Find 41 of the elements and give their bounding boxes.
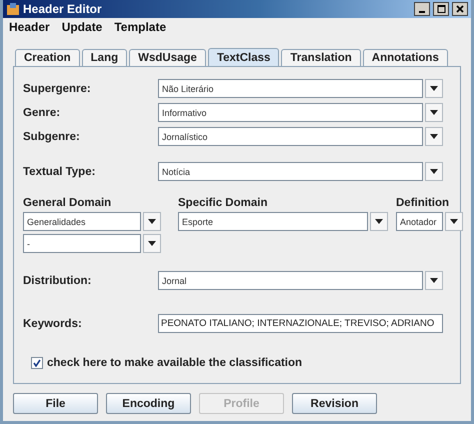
field-label: Distribution: <box>23 274 92 286</box>
caret-icon <box>430 86 438 91</box>
caret-icon <box>430 110 438 115</box>
field-label: General Domain <box>23 197 112 209</box>
close-button[interactable] <box>452 2 468 16</box>
tab[interactable]: Lang <box>82 49 128 66</box>
tab[interactable]: Translation <box>281 49 361 66</box>
caret-icon <box>430 169 438 174</box>
action-button[interactable]: Encoding <box>106 393 191 414</box>
caret-icon <box>375 219 383 224</box>
action-button[interactable]: Revision <box>292 393 377 414</box>
menu-item[interactable]: Header <box>9 20 50 34</box>
caret-icon <box>148 219 156 224</box>
field-label: Textual Type: <box>23 166 96 178</box>
checkbox-label: check here to make available the classification <box>47 357 302 369</box>
action-button[interactable]: File <box>13 393 98 414</box>
field-label: Keywords: <box>23 318 83 330</box>
keywords-field[interactable]: PEONATO ITALIANO; INTERNAZIONALE; TREVISO; ADRIANO <box>158 314 443 333</box>
field-label: Definition <box>396 197 450 209</box>
check-icon <box>33 359 41 367</box>
checkbox[interactable] <box>31 357 43 369</box>
tab[interactable]: Creation <box>15 49 80 66</box>
tab[interactable]: WsdUsage <box>129 49 206 66</box>
field-label: Genre: <box>23 106 62 118</box>
tab[interactable]: Annotations <box>362 49 448 66</box>
window-title: Header Editor <box>23 2 103 16</box>
tab[interactable]: TextClass <box>208 48 280 66</box>
close-icon <box>456 5 464 13</box>
menu-item[interactable]: Template <box>114 20 166 34</box>
caret-icon <box>450 219 458 224</box>
maximize-button[interactable] <box>433 2 449 16</box>
app-icon <box>6 2 20 16</box>
menu-item[interactable]: Update <box>62 20 102 34</box>
field-label: Specific Domain <box>178 197 268 209</box>
minimize-button[interactable] <box>414 2 430 16</box>
caret-icon <box>430 278 438 283</box>
caret-icon <box>148 241 156 246</box>
caret-icon <box>430 134 438 139</box>
field-label: Supergenre: <box>23 82 92 94</box>
field-label: Subgenre: <box>23 130 81 142</box>
maximize-icon <box>436 5 446 13</box>
